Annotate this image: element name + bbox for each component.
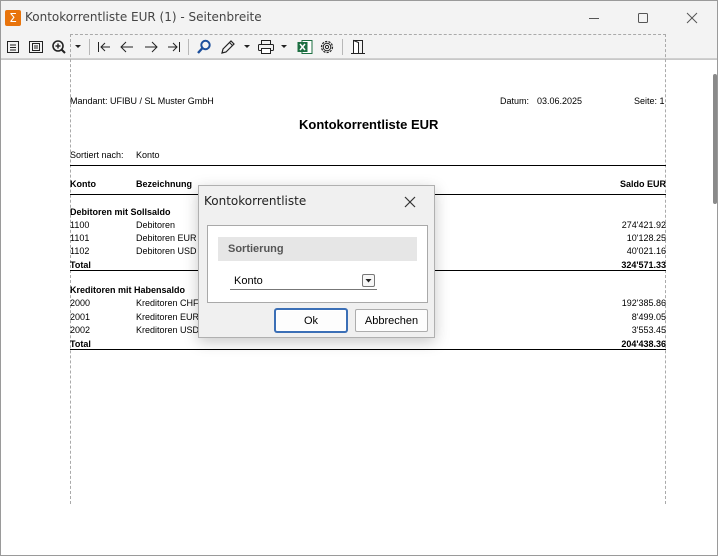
minimize-button[interactable] <box>571 1 617 35</box>
dialog-title: Kontokorrentliste <box>204 194 307 208</box>
table-row-saldo: 192'385.86 <box>621 298 666 308</box>
table-row-name: Debitoren <box>136 220 176 230</box>
sort-group-header: Sortierung <box>218 237 417 261</box>
total-label-kreditoren: Total <box>70 339 91 349</box>
total-value-debitoren: 324'571.33 <box>621 260 666 270</box>
table-row-name: Kreditoren EUR <box>136 312 200 322</box>
table-row-saldo: 40'021.16 <box>626 246 666 256</box>
cancel-button[interactable]: Abbrechen <box>355 309 428 332</box>
report-sort-value: Konto <box>136 150 160 160</box>
sort-group-label: Sortierung <box>228 243 284 255</box>
sort-dialog: Kontokorrentliste Sortierung Konto Ok Ab… <box>198 185 435 338</box>
section-heading-kreditoren: Kreditoren mit Habensaldo <box>70 285 186 295</box>
table-row-konto: 2001 <box>70 312 91 322</box>
table-row-konto: 2000 <box>70 298 91 308</box>
column-header-bezeichnung: Bezeichnung <box>136 179 193 189</box>
section-heading-debitoren: Debitoren mit Sollsaldo <box>70 207 171 217</box>
header-rule-top <box>70 165 666 166</box>
maximize-button[interactable] <box>620 1 666 35</box>
single-page-button[interactable] <box>5 38 21 56</box>
ok-button[interactable]: Ok <box>275 309 347 332</box>
dialog-close-button[interactable] <box>402 194 418 210</box>
report-date-label: Datum: <box>500 96 530 106</box>
fit-page-icon <box>29 41 43 53</box>
table-row-name: Kreditoren USD <box>136 325 200 335</box>
table-row-name: Debitoren EUR <box>136 233 197 243</box>
vertical-scrollbar[interactable] <box>713 74 717 204</box>
table-row-saldo: 10'128.25 <box>626 233 666 243</box>
table-row-konto: 1101 <box>70 233 90 243</box>
app-icon: Σ <box>5 10 21 26</box>
column-header-saldo: Saldo EUR <box>619 179 666 189</box>
sort-select-value: Konto <box>234 275 263 287</box>
close-icon <box>404 196 416 208</box>
total-value-kreditoren: 204'438.36 <box>621 339 666 349</box>
title-bar: Σ Kontokorrentliste EUR (1) - Seitenbrei… <box>1 1 717 35</box>
table-row-saldo: 8'499.05 <box>631 312 666 322</box>
maximize-icon <box>638 13 648 23</box>
report-date-value: 03.06.2025 <box>537 96 583 106</box>
page-icon <box>7 41 19 53</box>
report-sort-label: Sortiert nach: <box>70 150 124 160</box>
sort-select-arrow[interactable] <box>362 274 375 287</box>
total-label-debitoren: Total <box>70 260 91 270</box>
column-header-konto: Konto <box>70 179 96 189</box>
report-preview-window: Σ Kontokorrentliste EUR (1) - Seitenbrei… <box>0 0 718 556</box>
report-page-number: Seite: 1 <box>634 96 665 106</box>
report-title: Kontokorrentliste EUR <box>299 117 439 132</box>
table-row-konto: 2002 <box>70 325 91 335</box>
close-button[interactable] <box>669 1 715 35</box>
minimize-icon <box>589 18 599 19</box>
table-row-name: Kreditoren CHF <box>136 298 199 308</box>
sort-group: Sortierung <box>207 225 428 303</box>
sort-select[interactable]: Konto <box>230 272 377 290</box>
report-mandant: Mandant: UFIBU / SL Muster GmbH <box>70 96 214 106</box>
total-rule-kreditoren <box>70 349 666 350</box>
chevron-down-icon <box>365 279 372 283</box>
window-title: Kontokorrentliste EUR (1) - Seitenbreite <box>25 10 262 24</box>
fit-page-button[interactable] <box>27 38 45 56</box>
table-row-name: Debitoren USD <box>136 246 197 256</box>
close-icon <box>686 12 698 24</box>
table-row-konto: 1102 <box>70 246 90 256</box>
table-row-saldo: 3'553.45 <box>631 325 666 335</box>
table-row-saldo: 274'421.92 <box>621 220 666 230</box>
table-row-konto: 1100 <box>70 220 90 230</box>
